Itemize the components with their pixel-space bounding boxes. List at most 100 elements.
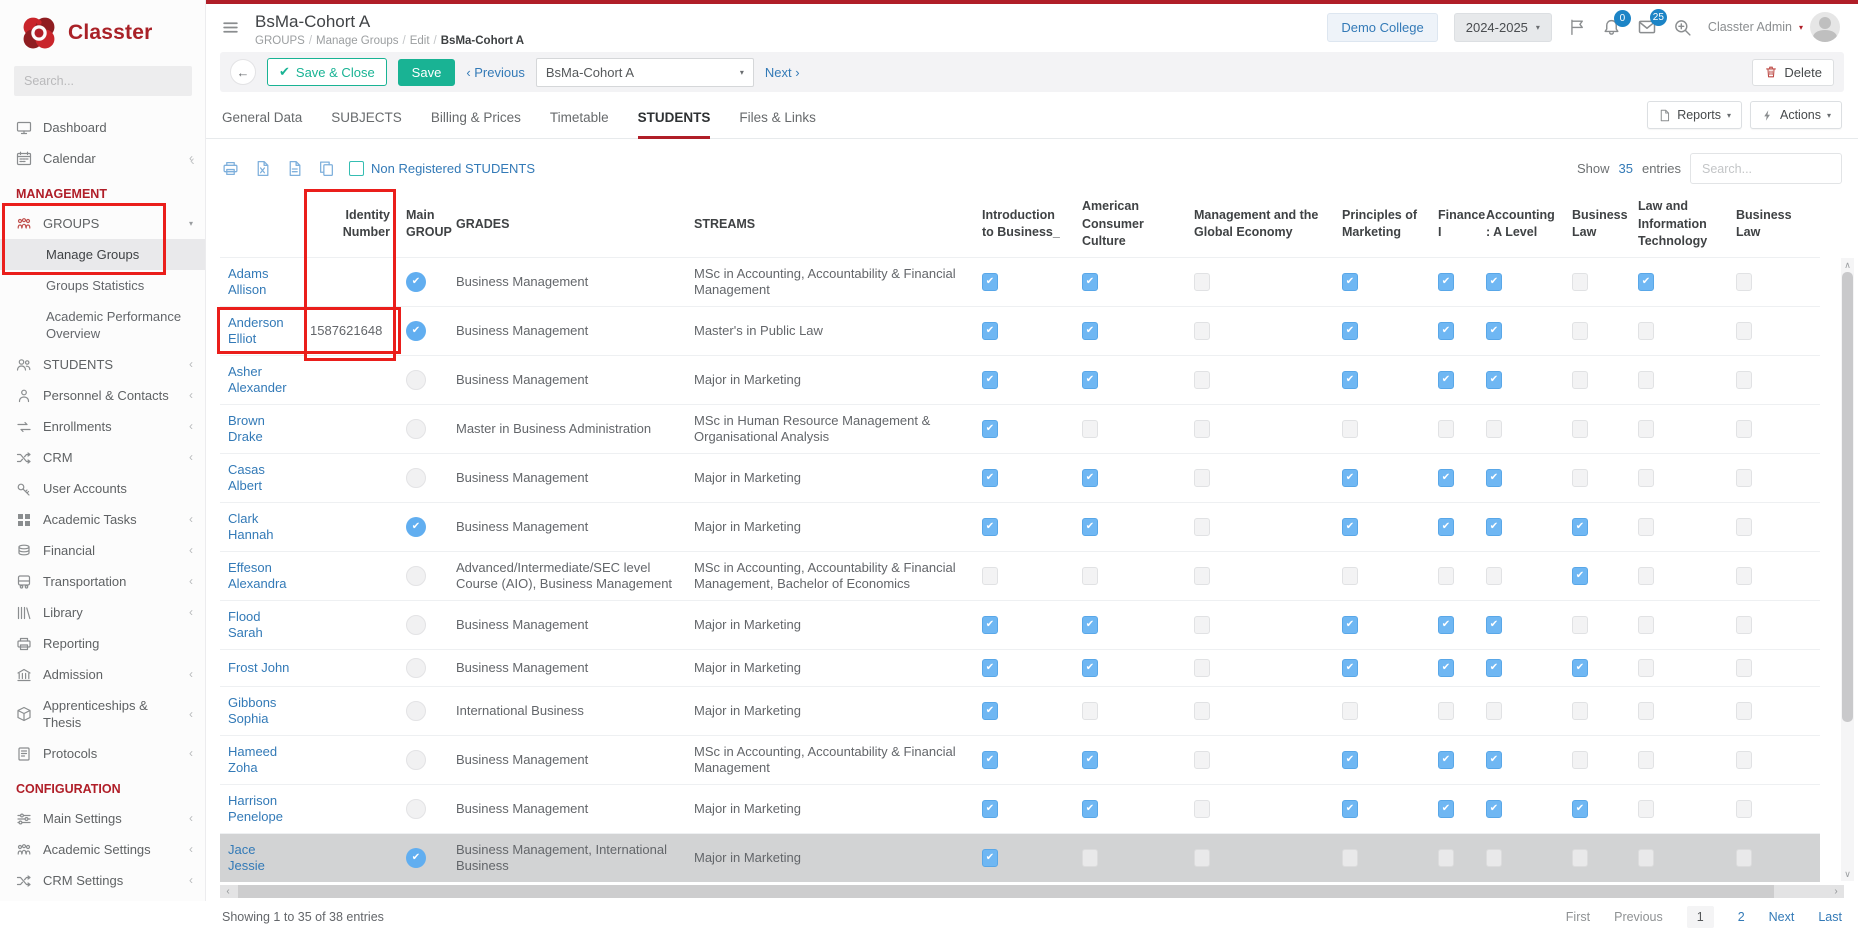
subject-checkbox-8[interactable]: ✔	[1638, 751, 1654, 769]
printer-icon[interactable]	[222, 160, 239, 177]
subject-checkbox-5[interactable]: ✔	[1438, 518, 1454, 536]
sidebar-item-groups[interactable]: GROUPS▾	[0, 208, 205, 239]
page-next[interactable]: Next	[1769, 910, 1795, 924]
main-group-toggle[interactable]: ✔	[406, 468, 426, 488]
breadcrumb-segment[interactable]: Manage Groups	[316, 35, 398, 47]
subject-checkbox-5[interactable]: ✔	[1438, 371, 1454, 389]
student-name-link[interactable]: Asher Alexander	[228, 364, 287, 395]
subject-checkbox-9[interactable]: ✔	[1736, 273, 1752, 291]
non-registered-checkbox[interactable]: Non Registered STUDENTS	[349, 161, 535, 176]
main-group-toggle[interactable]: ✔	[406, 517, 426, 537]
subject-checkbox-9[interactable]: ✔	[1736, 420, 1752, 438]
sidebar-item-crm-settings[interactable]: CRM Settings‹	[0, 865, 205, 896]
student-name-link[interactable]: Casas Albert	[228, 462, 265, 493]
reports-button[interactable]: Reports ▾	[1647, 101, 1742, 129]
subject-checkbox-9[interactable]: ✔	[1736, 616, 1752, 634]
subject-checkbox-9[interactable]: ✔	[1736, 800, 1752, 818]
subject-checkbox-2[interactable]: ✔	[1082, 273, 1098, 291]
subject-checkbox-8[interactable]: ✔	[1638, 659, 1654, 677]
subject-checkbox-4[interactable]: ✔	[1342, 751, 1358, 769]
subject-checkbox-7[interactable]: ✔	[1572, 567, 1588, 585]
subject-checkbox-2[interactable]: ✔	[1082, 469, 1098, 487]
page-1[interactable]: 1	[1687, 906, 1714, 928]
subject-checkbox-1[interactable]: ✔	[982, 702, 998, 720]
subject-checkbox-6[interactable]: ✔	[1486, 567, 1502, 585]
actions-button[interactable]: Actions ▾	[1750, 101, 1842, 129]
subject-checkbox-3[interactable]: ✔	[1194, 469, 1210, 487]
sidebar-item-main-settings[interactable]: Main Settings‹	[0, 803, 205, 834]
subject-checkbox-8[interactable]: ✔	[1638, 469, 1654, 487]
subject-checkbox-4[interactable]: ✔	[1342, 420, 1358, 438]
tab-timetable[interactable]: Timetable	[550, 110, 609, 139]
subject-checkbox-6[interactable]: ✔	[1486, 322, 1502, 340]
subject-checkbox-5[interactable]: ✔	[1438, 751, 1454, 769]
subject-checkbox-9[interactable]: ✔	[1736, 659, 1752, 677]
grid-search-input[interactable]	[1690, 153, 1842, 184]
subject-checkbox-9[interactable]: ✔	[1736, 322, 1752, 340]
subject-checkbox-5[interactable]: ✔	[1438, 469, 1454, 487]
column-header-subject-2-american-consumer-culture[interactable]: American Consumer Culture	[1074, 192, 1186, 257]
messages-button[interactable]: 25	[1637, 17, 1657, 37]
user-menu[interactable]: Classter Admin ▾	[1708, 12, 1840, 42]
subject-checkbox-4[interactable]: ✔	[1342, 849, 1358, 867]
subject-checkbox-1[interactable]: ✔	[982, 800, 998, 818]
main-group-toggle[interactable]: ✔	[406, 701, 426, 721]
pdf-file-icon[interactable]	[286, 160, 303, 177]
sidebar-item-user-accounts[interactable]: User Accounts	[0, 473, 205, 504]
main-group-toggle[interactable]: ✔	[406, 419, 426, 439]
subject-checkbox-5[interactable]: ✔	[1438, 567, 1454, 585]
scroll-left-arrow[interactable]: ‹	[220, 885, 236, 898]
subject-checkbox-5[interactable]: ✔	[1438, 616, 1454, 634]
subject-checkbox-3[interactable]: ✔	[1194, 616, 1210, 634]
subject-checkbox-1[interactable]: ✔	[982, 322, 998, 340]
subject-checkbox-7[interactable]: ✔	[1572, 659, 1588, 677]
column-header-subject-9-business-law[interactable]: Business Law	[1728, 192, 1820, 257]
subject-checkbox-7[interactable]: ✔	[1572, 469, 1588, 487]
subject-checkbox-3[interactable]: ✔	[1194, 659, 1210, 677]
subject-checkbox-2[interactable]: ✔	[1082, 322, 1098, 340]
subject-checkbox-3[interactable]: ✔	[1194, 567, 1210, 585]
subject-checkbox-4[interactable]: ✔	[1342, 659, 1358, 677]
sidebar-item-transportation[interactable]: Transportation‹	[0, 566, 205, 597]
subject-checkbox-2[interactable]: ✔	[1082, 849, 1098, 867]
demo-college-button[interactable]: Demo College	[1327, 13, 1437, 42]
subject-checkbox-9[interactable]: ✔	[1736, 849, 1752, 867]
subject-checkbox-1[interactable]: ✔	[982, 616, 998, 634]
column-header-streams[interactable]: STREAMS	[686, 192, 974, 257]
main-group-toggle[interactable]: ✔	[406, 321, 426, 341]
subject-checkbox-4[interactable]: ✔	[1342, 702, 1358, 720]
column-header-grades[interactable]: GRADES	[448, 192, 686, 257]
sidebar-item-protocols[interactable]: Protocols‹	[0, 738, 205, 769]
sidebar-item-financial[interactable]: Financial‹	[0, 535, 205, 566]
sidebar-item-groups-statistics[interactable]: Groups Statistics	[0, 270, 205, 301]
subject-checkbox-4[interactable]: ✔	[1342, 518, 1358, 536]
subject-checkbox-8[interactable]: ✔	[1638, 702, 1654, 720]
student-name-link[interactable]: Adams Allison	[228, 266, 268, 297]
vertical-scrollbar[interactable]: ∧ ∨	[1841, 258, 1854, 881]
notifications-button[interactable]: 0	[1602, 18, 1621, 37]
subject-checkbox-6[interactable]: ✔	[1486, 659, 1502, 677]
subject-checkbox-8[interactable]: ✔	[1638, 616, 1654, 634]
subject-checkbox-9[interactable]: ✔	[1736, 567, 1752, 585]
save-close-button[interactable]: ✔ Save & Close	[267, 58, 387, 86]
subject-checkbox-7[interactable]: ✔	[1572, 273, 1588, 291]
subject-checkbox-9[interactable]: ✔	[1736, 371, 1752, 389]
student-name-link[interactable]: Brown Drake	[228, 413, 265, 444]
subject-checkbox-3[interactable]: ✔	[1194, 702, 1210, 720]
sidebar-item-library[interactable]: Library‹	[0, 597, 205, 628]
subject-checkbox-7[interactable]: ✔	[1572, 751, 1588, 769]
student-name-link[interactable]: Harrison Penelope	[228, 793, 283, 824]
tab-files-links[interactable]: Files & Links	[739, 110, 816, 139]
horizontal-scroll-thumb[interactable]	[238, 885, 1774, 898]
subject-checkbox-6[interactable]: ✔	[1486, 800, 1502, 818]
student-name-link[interactable]: Effeson Alexandra	[228, 560, 287, 591]
subject-checkbox-6[interactable]: ✔	[1486, 751, 1502, 769]
subject-checkbox-1[interactable]: ✔	[982, 371, 998, 389]
save-button[interactable]: Save	[398, 59, 456, 86]
subject-checkbox-6[interactable]: ✔	[1486, 702, 1502, 720]
subject-checkbox-4[interactable]: ✔	[1342, 800, 1358, 818]
subject-checkbox-5[interactable]: ✔	[1438, 273, 1454, 291]
page-size-dropdown[interactable]: 35	[1619, 161, 1633, 176]
sidebar-item-academic-performance-overview[interactable]: Academic Performance Overview	[0, 301, 205, 349]
subject-checkbox-2[interactable]: ✔	[1082, 567, 1098, 585]
